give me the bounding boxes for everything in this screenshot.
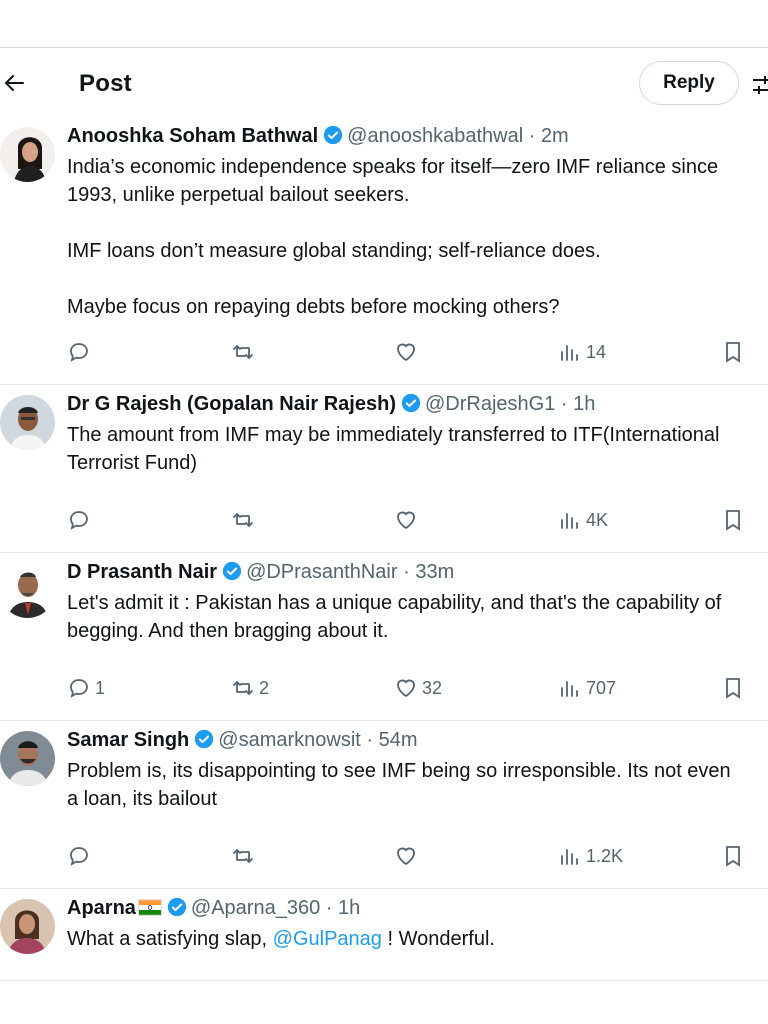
timestamp[interactable]: 2m (541, 125, 569, 147)
repost-count: 2 (259, 677, 270, 698)
author-handle[interactable]: @DrRajeshG1 (425, 393, 555, 415)
timestamp[interactable]: 1h (573, 393, 595, 415)
repost-icon (233, 849, 253, 863)
author-handle[interactable]: @anooshkabathwal (347, 125, 523, 147)
author-handle[interactable]: @DPrasanthNair (246, 561, 397, 583)
reply-text: Let's admit it : Pakistan has a unique c… (67, 592, 722, 642)
india-flag-icon (137, 899, 162, 916)
views-icon (561, 345, 578, 361)
sliders-icon (753, 76, 768, 94)
repost-icon (233, 681, 253, 695)
comment-icon (70, 511, 88, 530)
verified-badge-icon (167, 897, 187, 917)
comment-icon (70, 679, 88, 698)
like-action[interactable] (394, 843, 422, 869)
reply-action[interactable]: 1 (67, 675, 105, 701)
bookmark-action[interactable] (721, 339, 745, 365)
avatar[interactable] (0, 731, 55, 786)
avatar[interactable] (0, 127, 55, 182)
repost-icon (233, 513, 253, 527)
repost-icon (233, 345, 253, 359)
reply-meta: D Prasanth Nair @DPrasanthNair · 33m (67, 561, 455, 583)
reply-item[interactable]: D Prasanth Nair @DPrasanthNair · 33m Let'… (0, 553, 768, 721)
bookmark-icon (726, 510, 740, 531)
verified-badge-icon (401, 393, 421, 413)
reply-action[interactable] (67, 843, 95, 869)
arrow-left-icon (5, 75, 24, 91)
views-action[interactable]: 1.2K (558, 843, 623, 869)
action-bar: 1.2K (67, 843, 768, 869)
reply-item[interactable]: Samar Singh @samarknowsit · 54m Problem i… (0, 721, 768, 889)
views-icon (561, 681, 578, 697)
view-count: 707 (586, 677, 617, 698)
views-icon (561, 513, 578, 529)
page-title: Post (79, 70, 132, 97)
author-handle[interactable]: @Aparna_360 (191, 897, 320, 919)
heart-icon (397, 343, 415, 362)
heart-icon (397, 679, 415, 698)
verified-badge-icon (195, 729, 214, 749)
reply-item[interactable]: Aparna @Aparna_360 · 1h What a satisfying… (0, 889, 768, 981)
timestamp[interactable]: 1h (338, 897, 360, 919)
like-action[interactable] (394, 339, 422, 365)
action-bar: 1 2 32 707 (67, 675, 768, 701)
repost-action[interactable] (231, 507, 259, 533)
bookmark-action[interactable] (721, 843, 745, 869)
author-name[interactable]: D Prasanth Nair (67, 561, 217, 583)
reply-text: Problem is, its disappointing to see IMF… (67, 760, 731, 810)
like-action[interactable]: 32 (394, 675, 442, 701)
avatar[interactable] (0, 899, 55, 954)
reply-text: India’s economic independence speaks for… (67, 156, 719, 318)
views-action[interactable]: 707 (558, 675, 616, 701)
bookmark-icon (726, 846, 740, 867)
heart-icon (397, 847, 415, 866)
bookmark-action[interactable] (721, 675, 745, 701)
reply-list: Anooshka Soham Bathwal @anooshkabathwal ·… (0, 117, 768, 981)
avatar[interactable] (0, 563, 55, 618)
action-bar: 14 (67, 339, 768, 365)
reply-text: What a satisfying slap, @GulPanag ! Wond… (67, 928, 495, 950)
author-handle[interactable]: @samarknowsit (218, 729, 361, 751)
reply-text: The amount from IMF may be immediately t… (67, 424, 720, 474)
views-action[interactable]: 4K (558, 507, 608, 533)
heart-icon (397, 511, 415, 530)
reply-count: 1 (95, 677, 106, 698)
timestamp[interactable]: 54m (379, 729, 418, 751)
repost-action[interactable] (231, 339, 259, 365)
comment-icon (70, 847, 88, 866)
post-header: Post Reply (0, 48, 768, 120)
reply-meta: Dr G Rajesh (Gopalan Nair Rajesh) @DrRaje… (67, 393, 596, 415)
like-action[interactable] (394, 507, 422, 533)
reply-meta: Samar Singh @samarknowsit · 54m (67, 729, 418, 751)
views-action[interactable]: 14 (558, 339, 606, 365)
repost-action[interactable] (231, 843, 259, 869)
back-button[interactable] (0, 68, 30, 98)
reply-meta: Aparna @Aparna_360 · 1h (67, 897, 361, 919)
timestamp[interactable]: 33m (415, 561, 454, 583)
action-bar: 4K (67, 507, 768, 533)
verified-badge-icon (323, 125, 343, 145)
author-name[interactable]: Anooshka Soham Bathwal (67, 125, 318, 147)
comment-icon (70, 343, 88, 362)
reply-action[interactable] (67, 339, 95, 365)
reply-action[interactable] (67, 507, 95, 533)
verified-badge-icon (222, 561, 242, 581)
reply-meta: Anooshka Soham Bathwal @anooshkabathwal ·… (67, 125, 569, 147)
bookmark-icon (726, 342, 740, 363)
sliders-button[interactable] (750, 72, 768, 98)
like-count: 32 (422, 677, 443, 698)
bookmark-action[interactable] (721, 507, 745, 533)
repost-action[interactable]: 2 (231, 675, 269, 701)
reply-item[interactable]: Anooshka Soham Bathwal @anooshkabathwal ·… (0, 117, 768, 385)
bookmark-icon (726, 678, 740, 699)
reply-button[interactable]: Reply (639, 61, 739, 105)
author-name[interactable]: Aparna (67, 897, 136, 919)
author-name[interactable]: Dr G Rajesh (Gopalan Nair Rajesh) (67, 393, 396, 415)
author-name[interactable]: Samar Singh (67, 729, 189, 751)
views-icon (561, 849, 578, 865)
avatar[interactable] (0, 395, 55, 450)
reply-item[interactable]: Dr G Rajesh (Gopalan Nair Rajesh) @DrRaje… (0, 385, 768, 553)
mention-link[interactable]: @GulPanag (273, 928, 382, 950)
